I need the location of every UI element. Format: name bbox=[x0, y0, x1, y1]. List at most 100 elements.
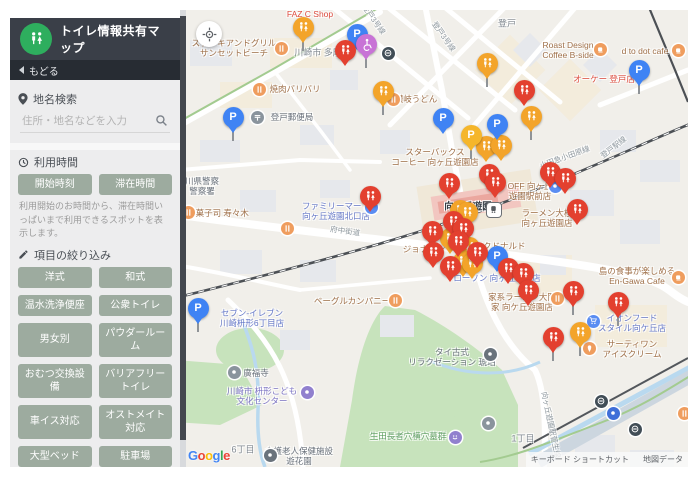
marker-toilet-red[interactable] bbox=[608, 292, 629, 313]
filter-button[interactable]: 駐車場 bbox=[99, 446, 173, 467]
cafe-icon[interactable] bbox=[672, 271, 685, 284]
restaurant-icon[interactable] bbox=[253, 83, 266, 96]
care-icon[interactable] bbox=[264, 449, 277, 462]
back-label: もどる bbox=[29, 63, 59, 78]
filter-button[interactable]: 公衆トイレ bbox=[99, 295, 173, 316]
filter-button[interactable]: 洋式 bbox=[18, 267, 92, 288]
map-label: ベーグルカンパニー bbox=[314, 296, 390, 306]
sidebar-scrollbar-thumb[interactable] bbox=[180, 16, 186, 440]
section-divider bbox=[10, 143, 180, 150]
bus-icon[interactable] bbox=[595, 395, 608, 408]
my-location-button[interactable] bbox=[196, 21, 222, 47]
marker-toilet-red[interactable] bbox=[448, 231, 469, 252]
usage-button[interactable]: 開始時刻 bbox=[18, 174, 92, 195]
map-label: 川県警察警察署 bbox=[185, 176, 219, 196]
restaurant-icon[interactable] bbox=[275, 42, 288, 55]
marker-parking-blue[interactable]: P bbox=[487, 114, 508, 135]
sidebar-scrollbar[interactable] bbox=[180, 10, 186, 467]
marker-toilet-red[interactable] bbox=[423, 242, 444, 263]
map-attribution: キーボード ショートカット 地図データ bbox=[526, 452, 688, 467]
filter-button[interactable]: 温水洗浄便座 bbox=[18, 295, 92, 316]
app-logo-toilet-icon bbox=[20, 23, 52, 55]
station-icon[interactable] bbox=[487, 203, 501, 217]
marker-toilet-red[interactable] bbox=[563, 281, 584, 302]
map-data-text: 地図データ bbox=[643, 454, 683, 465]
map-label: イオンフードスタイル向ケ丘店 bbox=[598, 313, 666, 333]
clock-icon bbox=[18, 157, 29, 168]
map-canvas[interactable]: Google キーボード ショートカット 地図データ ステーキアンドグリルサンセ… bbox=[180, 10, 688, 467]
map-label: タイ古式リラクゼーション 琥珀 bbox=[408, 347, 495, 367]
map-label: Roast DesignCoffee B-side bbox=[542, 40, 593, 60]
filter-button[interactable]: パウダールーム bbox=[99, 323, 173, 357]
search-input[interactable] bbox=[20, 111, 170, 132]
restaurant-icon[interactable] bbox=[551, 292, 564, 305]
marker-wheelchair[interactable] bbox=[356, 34, 377, 55]
marker-toilet-red[interactable] bbox=[422, 221, 443, 242]
bar-icon[interactable] bbox=[281, 222, 294, 235]
museum-icon[interactable] bbox=[482, 417, 495, 430]
search-section-label: 地名検索 bbox=[18, 91, 172, 107]
filter-button[interactable]: 男女別 bbox=[18, 323, 92, 357]
transit-icon[interactable] bbox=[607, 407, 620, 420]
bus-icon[interactable] bbox=[382, 47, 395, 60]
marker-toilet-red[interactable] bbox=[485, 172, 506, 193]
keyboard-shortcuts-link[interactable]: キーボード ショートカット bbox=[531, 454, 629, 465]
marker-toilet-red[interactable] bbox=[467, 242, 488, 263]
filter-button[interactable]: バリアフリートイレ bbox=[99, 364, 173, 398]
marker-parking-blue[interactable]: P bbox=[223, 107, 244, 128]
usage-buttons: 開始時刻滞在時間 bbox=[18, 174, 172, 195]
map-label: 生田長者穴横穴墓群 bbox=[370, 431, 447, 441]
marker-toilet-red[interactable] bbox=[335, 40, 356, 61]
marker-parking-amber[interactable]: P bbox=[461, 125, 482, 146]
map-label: 廣福寺 bbox=[243, 368, 269, 378]
marker-parking-blue[interactable]: P bbox=[629, 60, 650, 81]
sidebar-body: 地名検索 利用時間 開始時刻滞在時間 利用開始のお時間から、滞在時間いっぱいまで… bbox=[10, 80, 180, 467]
spa-icon[interactable] bbox=[484, 348, 497, 361]
sidebar: トイレ情報共有マップ もどる 地名検索 利用時間 開始時刻滞在時間 利用開始のお… bbox=[10, 18, 180, 467]
filter-grid: 洋式和式温水洗浄便座公衆トイレ男女別パウダールームおむつ交換設備バリアフリートイ… bbox=[18, 267, 172, 468]
marker-toilet-orange[interactable] bbox=[293, 17, 314, 38]
park-icon[interactable] bbox=[449, 431, 462, 444]
crosshair-icon bbox=[202, 27, 217, 42]
marker-toilet-red[interactable] bbox=[555, 168, 576, 189]
back-button[interactable]: もどる bbox=[10, 60, 180, 80]
marker-toilet-orange[interactable] bbox=[373, 81, 394, 102]
cafe-icon[interactable] bbox=[672, 44, 685, 57]
map-label: ファミリーマート向ヶ丘遊園北口店 bbox=[302, 201, 370, 221]
map-label: d to dot cafe bbox=[622, 46, 669, 56]
filter-button[interactable]: おむつ交換設備 bbox=[18, 364, 92, 398]
map-label: サーティワンアイスクリーム bbox=[603, 339, 662, 359]
marker-parking-blue[interactable]: P bbox=[188, 298, 209, 319]
pencil-icon bbox=[18, 249, 29, 260]
marker-toilet-red[interactable] bbox=[360, 186, 381, 207]
search-icon[interactable] bbox=[155, 114, 168, 132]
marker-toilet-red[interactable] bbox=[440, 256, 461, 277]
restaurant-icon[interactable] bbox=[389, 294, 402, 307]
app-title: トイレ情報共有マップ bbox=[60, 22, 170, 56]
civic-icon[interactable] bbox=[301, 386, 314, 399]
map-label: セブン-イレブン川崎枡形6丁目店 bbox=[220, 308, 284, 328]
map-label: 島の食事が楽しめるEn-Gawa Cafe bbox=[599, 266, 676, 286]
marker-toilet-red[interactable] bbox=[439, 173, 460, 194]
filter-button[interactable]: 車イス対応 bbox=[18, 405, 92, 439]
bus-icon[interactable] bbox=[629, 423, 642, 436]
post-icon[interactable] bbox=[251, 111, 264, 124]
marker-toilet-red[interactable] bbox=[514, 80, 535, 101]
cafe-icon[interactable] bbox=[594, 43, 607, 56]
filter-button[interactable]: 大型ベッド bbox=[18, 446, 92, 467]
map-label: 川崎市 枡形こども文化センター bbox=[227, 386, 297, 406]
usage-button[interactable]: 滞在時間 bbox=[99, 174, 173, 195]
restaurant-icon[interactable] bbox=[678, 407, 689, 420]
marker-toilet-orange[interactable] bbox=[521, 106, 542, 127]
marker-parking-blue[interactable]: P bbox=[433, 108, 454, 129]
marker-toilet-orange[interactable] bbox=[477, 53, 498, 74]
map-label: オーケー 登戸店 bbox=[573, 74, 635, 84]
temple-icon[interactable] bbox=[228, 366, 241, 379]
filter-button[interactable]: オストメイト対応 bbox=[99, 405, 173, 439]
google-logo[interactable]: Google bbox=[188, 448, 230, 463]
marker-toilet-red[interactable] bbox=[543, 327, 564, 348]
marker-toilet-orange[interactable] bbox=[570, 322, 591, 343]
marker-toilet-red[interactable] bbox=[567, 199, 588, 220]
filter-button[interactable]: 和式 bbox=[99, 267, 173, 288]
marker-toilet-red[interactable] bbox=[518, 280, 539, 301]
